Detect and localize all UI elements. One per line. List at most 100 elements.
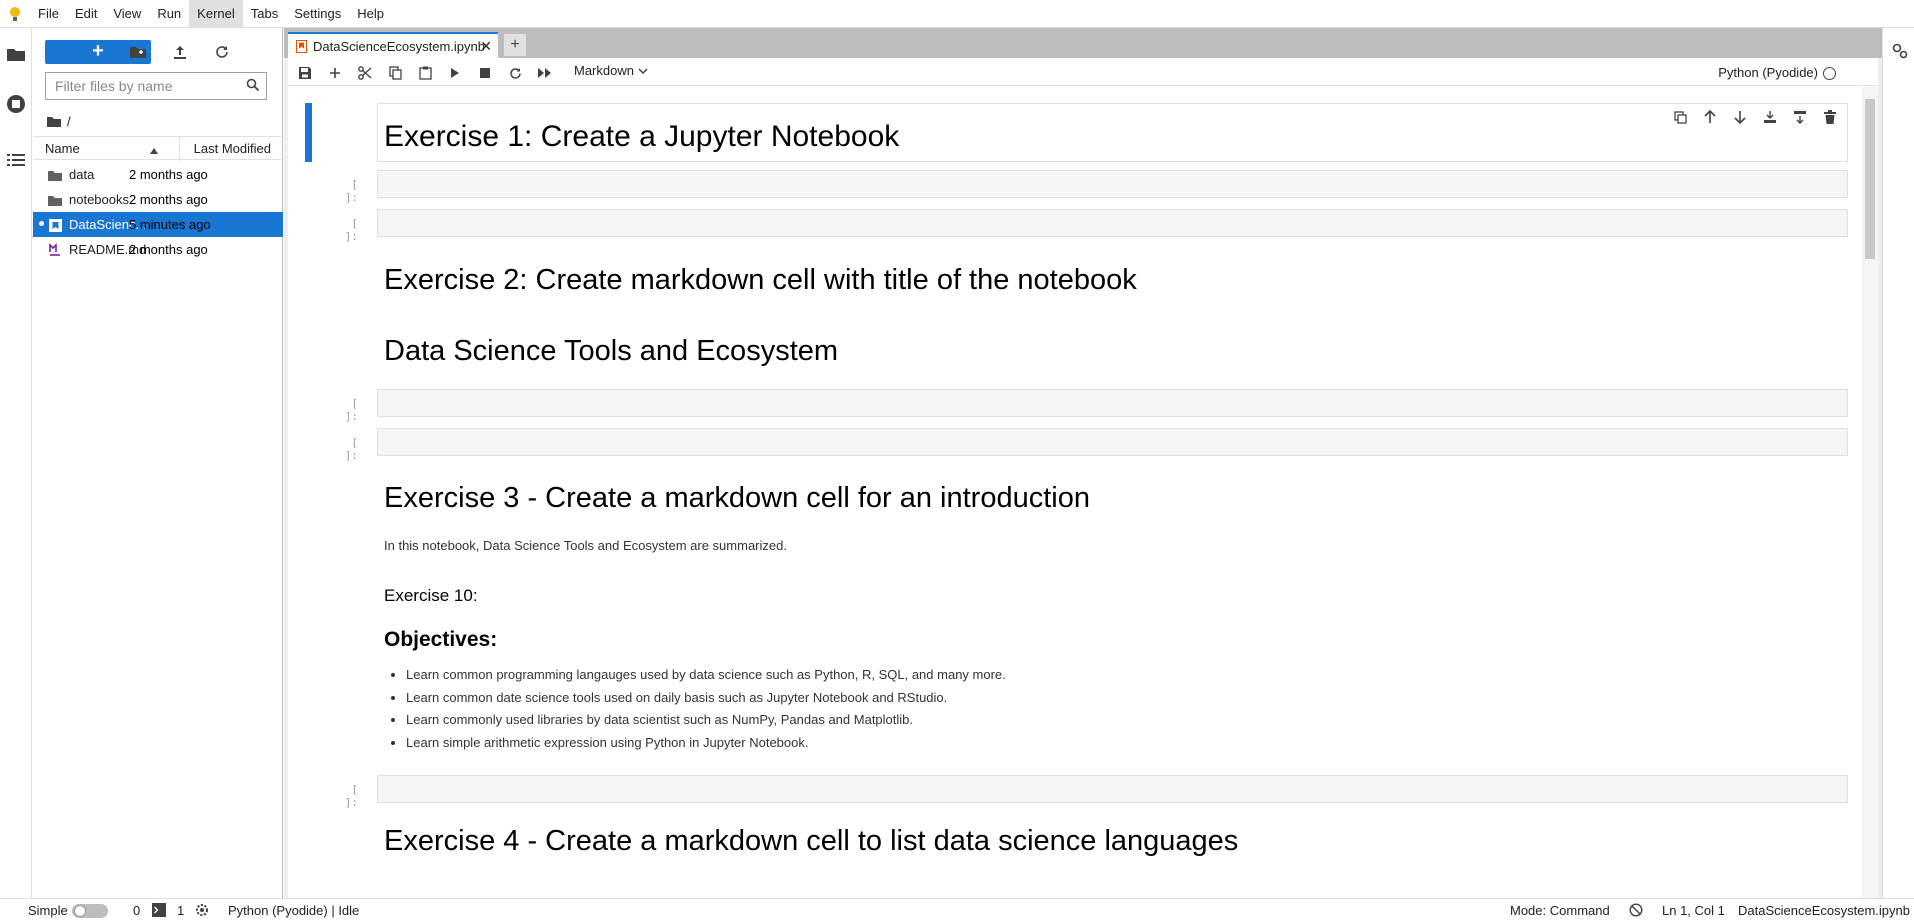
menu-edit[interactable]: Edit (67, 0, 105, 28)
cell-prompt: [ ]: (344, 436, 358, 462)
right-sidebar-strip (1882, 28, 1914, 898)
simple-mode-label: Simple (28, 903, 68, 918)
add-tab-button[interactable]: + (504, 34, 526, 56)
move-up-icon[interactable] (1700, 107, 1720, 127)
close-icon[interactable]: ✕ (480, 38, 492, 55)
notebook-icon (296, 39, 307, 53)
heading-exercise-2: Exercise 2: Create markdown cell with ti… (384, 264, 1137, 296)
menu-view[interactable]: View (105, 0, 149, 28)
notebook-title: Data Science Tools and Ecosystem (384, 335, 839, 367)
column-last-modified[interactable]: Last Modified (194, 141, 271, 156)
notebook-toolbar: Markdown Python (Pyodide) (288, 58, 1878, 86)
objectives-list: Learn common programming langauges used … (406, 664, 1006, 754)
heading-exercise-10: Exercise 10: (384, 586, 478, 605)
code-cell[interactable] (377, 209, 1848, 237)
folder-icon (47, 167, 63, 183)
scrollbar-thumb[interactable] (1865, 99, 1875, 259)
terminal-count[interactable]: 0 (133, 903, 140, 918)
search-icon (246, 78, 260, 95)
column-name[interactable]: Name (45, 141, 145, 156)
code-cell[interactable] (377, 775, 1848, 803)
new-folder-icon[interactable] (128, 42, 148, 62)
status-bar: Simple 0 1 Python (Pyodide) | Idle Mode:… (0, 898, 1914, 921)
code-cell[interactable] (377, 170, 1848, 198)
run-icon[interactable] (446, 64, 464, 82)
active-cell-indicator (305, 103, 312, 162)
toggle-knob (74, 905, 86, 917)
kernel-name[interactable]: Python (Pyodide) (1718, 65, 1818, 80)
menu-file[interactable]: File (30, 0, 67, 28)
table-of-contents-icon[interactable] (4, 148, 28, 172)
heading-exercise-4: Exercise 4 - Create a markdown cell to l… (384, 825, 1239, 857)
active-filename: DataScienceEcosystem.ipynb (1738, 903, 1910, 918)
file-list-header: Name Last Modified (33, 136, 283, 161)
simple-mode-toggle[interactable] (72, 904, 108, 918)
menu-kernel[interactable]: Kernel (189, 0, 243, 28)
menu-help[interactable]: Help (349, 0, 392, 28)
menu-bar: File Edit View Run Kernel Tabs Settings … (0, 0, 1914, 28)
trusted-shield-icon[interactable] (1629, 903, 1643, 920)
refresh-icon[interactable] (212, 42, 232, 62)
file-filter-input[interactable] (46, 73, 236, 99)
intro-paragraph: In this notebook, Data Science Tools and… (384, 538, 787, 553)
menu-tabs[interactable]: Tabs (243, 0, 286, 28)
file-modified: 2 months ago (129, 242, 208, 257)
list-item[interactable]: README.md 2 months ago (33, 237, 283, 262)
fast-forward-icon[interactable] (536, 64, 554, 82)
kernel-count[interactable]: 1 (177, 903, 184, 918)
jupyter-logo-icon (0, 0, 30, 28)
property-inspector-icon[interactable] (1891, 42, 1909, 63)
cell-type-select[interactable]: Markdown (574, 63, 648, 78)
running-kernels-icon[interactable] (4, 92, 28, 116)
duplicate-cell-icon[interactable] (1670, 107, 1690, 127)
list-item[interactable]: notebooks 2 months ago (33, 187, 283, 212)
mode-indicator: Mode: Command (1510, 903, 1610, 918)
menu-settings[interactable]: Settings (286, 0, 349, 28)
heading-objectives: Objectives: (384, 628, 498, 651)
cell-prompt: [ ]: (344, 217, 358, 243)
chevron-down-icon (638, 67, 648, 74)
restart-icon[interactable] (506, 64, 524, 82)
list-item[interactable]: data 2 months ago (33, 162, 283, 187)
copy-icon[interactable] (386, 64, 404, 82)
column-divider (179, 137, 180, 161)
notebook-scrollbar[interactable] (1862, 87, 1878, 898)
cell-prompt: [ ]: (344, 397, 358, 423)
save-icon[interactable] (296, 64, 314, 82)
file-browser: + / Name Last Modified data 2 months ago (33, 28, 283, 898)
kernel-status-text[interactable]: Python (Pyodide) | Idle (228, 903, 359, 918)
breadcrumb[interactable]: / (47, 112, 71, 130)
upload-icon[interactable] (170, 42, 190, 62)
file-browser-toolbar: + (33, 34, 283, 64)
cut-icon[interactable] (356, 64, 374, 82)
cursor-position[interactable]: Ln 1, Col 1 (1662, 903, 1725, 918)
kernel-idle-icon (1823, 67, 1836, 80)
file-modified: 2 months ago (129, 192, 208, 207)
insert-above-icon[interactable] (1760, 107, 1780, 127)
kernel-gear-icon (195, 903, 209, 920)
cell-toolbar (1670, 105, 1840, 129)
file-modified: 5 minutes ago (129, 217, 211, 232)
delete-cell-icon[interactable] (1820, 107, 1840, 127)
file-filter-field[interactable] (45, 72, 267, 100)
list-item: Learn commonly used libraries by data sc… (406, 709, 1006, 732)
paste-icon[interactable] (416, 64, 434, 82)
add-cell-icon[interactable] (326, 64, 344, 82)
running-indicator-icon (39, 221, 44, 226)
sort-ascending-icon (149, 143, 159, 158)
list-item: Learn common programming langauges used … (406, 664, 1006, 687)
notebook-panel: Markdown Python (Pyodide) Exercise 1: Cr… (288, 58, 1878, 898)
code-cell[interactable] (377, 389, 1848, 417)
cell-prompt: [ ]: (344, 783, 358, 809)
tab-notebook[interactable]: DataScienceEcosystem.ipynb ✕ (288, 32, 498, 58)
folder-icon[interactable] (4, 42, 28, 66)
breadcrumb-path: / (67, 113, 71, 129)
code-cell[interactable] (377, 428, 1848, 456)
menu-run[interactable]: Run (149, 0, 189, 28)
stop-icon[interactable] (476, 64, 494, 82)
list-item: Learn common date science tools used on … (406, 687, 1006, 710)
main-dock-area: DataScienceEcosystem.ipynb ✕ + Markdown … (284, 28, 1882, 898)
list-item-selected[interactable]: DataScienc... 5 minutes ago (33, 212, 283, 237)
move-down-icon[interactable] (1730, 107, 1750, 127)
insert-below-icon[interactable] (1790, 107, 1810, 127)
